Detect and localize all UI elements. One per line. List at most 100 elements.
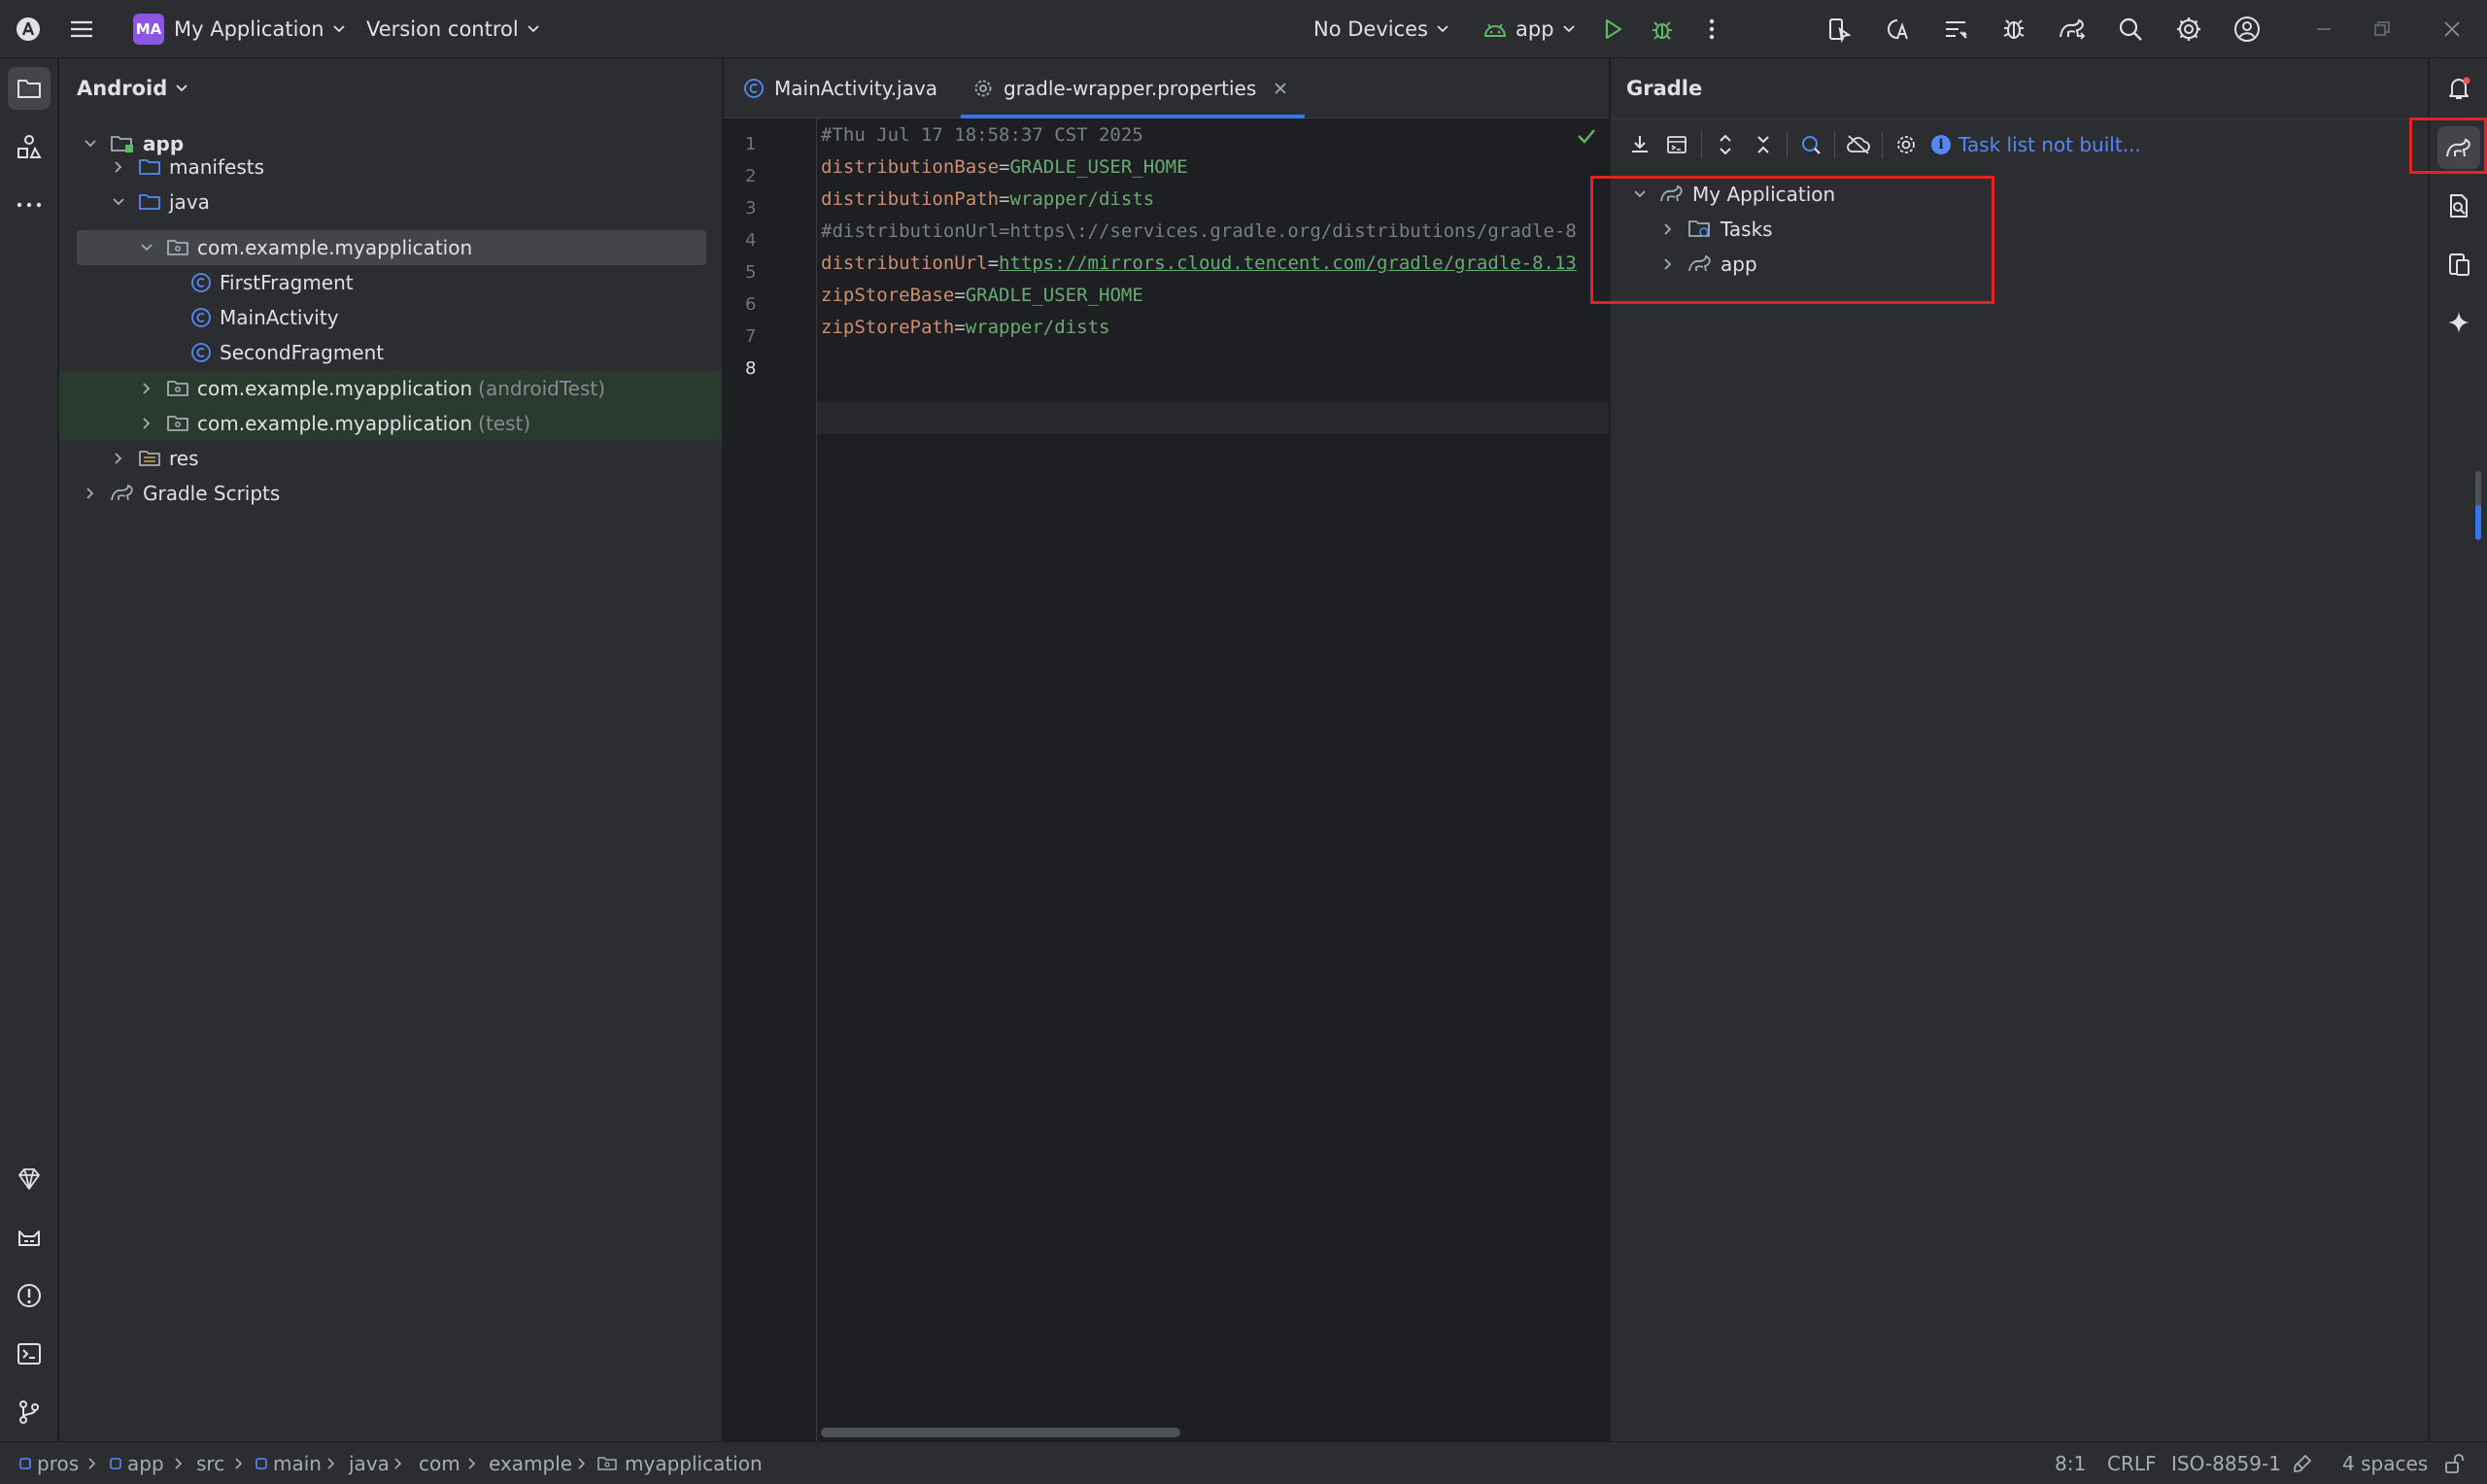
project-view-selector[interactable]: Android bbox=[59, 58, 722, 118]
analyze-dependencies-button[interactable] bbox=[1795, 129, 1826, 160]
more-tools-button[interactable] bbox=[8, 184, 51, 226]
translations-button[interactable] bbox=[1876, 0, 1919, 58]
app-logo[interactable] bbox=[16, 0, 41, 58]
breadcrumb-com[interactable]: com bbox=[419, 1442, 460, 1484]
breadcrumb-myapplication[interactable]: myapplication bbox=[597, 1442, 763, 1484]
notifications-button[interactable] bbox=[2437, 67, 2480, 110]
project-tool-button[interactable] bbox=[8, 67, 51, 110]
main-menu-button[interactable] bbox=[68, 0, 95, 58]
code-style-button[interactable] bbox=[2292, 1442, 2313, 1484]
code-comment: #Thu Jul 17 18:58:37 CST 2025 bbox=[821, 123, 1143, 146]
tree-item-package-main[interactable]: com.example.myapplication bbox=[137, 230, 472, 265]
app-inspection-button[interactable] bbox=[1993, 0, 2035, 58]
bell-icon bbox=[2449, 77, 2470, 99]
execute-task-button[interactable] bbox=[1661, 129, 1692, 160]
version-control-tool-button[interactable] bbox=[8, 1391, 51, 1433]
download-sources-button[interactable] bbox=[1624, 129, 1655, 160]
breadcrumb-label: java bbox=[349, 1452, 390, 1475]
device-explorer-button[interactable] bbox=[2437, 185, 2480, 227]
line-number: 6 bbox=[745, 294, 757, 315]
property-key: zipStoreBase bbox=[821, 284, 955, 306]
tree-item-res[interactable]: res bbox=[109, 441, 199, 476]
properties-gear-icon bbox=[974, 80, 992, 97]
ai-assistant-button[interactable] bbox=[2437, 301, 2480, 344]
close-tab-icon[interactable] bbox=[1274, 82, 1287, 95]
chevron-right-icon bbox=[86, 488, 94, 499]
search-everywhere-button[interactable] bbox=[2109, 0, 2152, 58]
expand-all-button[interactable] bbox=[1710, 129, 1741, 160]
build-variants-button[interactable] bbox=[1934, 0, 1977, 58]
account-button[interactable] bbox=[2226, 0, 2268, 58]
read-only-toggle[interactable] bbox=[2443, 1442, 2465, 1484]
tree-item-main-activity[interactable]: MainActivity bbox=[190, 300, 339, 335]
code-comment: #distributionUrl=https\://services.gradl… bbox=[821, 219, 1577, 242]
line-number: 2 bbox=[745, 166, 757, 186]
project-selector[interactable]: MA My Application bbox=[133, 0, 346, 58]
tree-item-package-android-test[interactable]: com.example.myapplication (androidTest) bbox=[137, 371, 605, 406]
task-list-link-label: Task list not built... bbox=[1959, 133, 2141, 156]
breadcrumb-pros[interactable]: pros bbox=[19, 1442, 79, 1484]
more-actions-button[interactable] bbox=[1690, 0, 1733, 58]
device-manager-button[interactable] bbox=[1818, 0, 1860, 58]
tree-item-package-test[interactable]: com.example.myapplication (test) bbox=[137, 406, 530, 441]
breadcrumb-java[interactable]: java bbox=[349, 1442, 390, 1484]
breadcrumb-src[interactable]: src bbox=[196, 1442, 224, 1484]
tree-label: res bbox=[169, 447, 199, 470]
java-class-icon bbox=[191, 343, 211, 362]
tree-item-second-fragment[interactable]: SecondFragment bbox=[190, 335, 384, 370]
line-number: 5 bbox=[745, 262, 757, 283]
debug-button[interactable] bbox=[1641, 0, 1684, 58]
indent-setting[interactable]: 4 spaces bbox=[2342, 1442, 2428, 1484]
project-name: My Application bbox=[174, 17, 324, 41]
breadcrumb-app[interactable]: app bbox=[110, 1442, 164, 1484]
file-encoding[interactable]: ISO-8859-1 bbox=[2171, 1442, 2281, 1484]
tree-label: com.example.myapplication bbox=[197, 236, 473, 259]
tree-item-java[interactable]: java bbox=[109, 185, 210, 219]
tree-label: java bbox=[169, 190, 210, 214]
terminal-button[interactable] bbox=[8, 1332, 51, 1375]
build-tool-settings-button[interactable] bbox=[1891, 129, 1922, 160]
logcat-button[interactable] bbox=[8, 1216, 51, 1259]
run-config-selector[interactable]: app bbox=[1482, 0, 1576, 58]
line-separator[interactable]: CRLF bbox=[2107, 1442, 2157, 1484]
run-button[interactable] bbox=[1591, 0, 1634, 58]
collapse-all-button[interactable] bbox=[1748, 129, 1779, 160]
build-variants-icon bbox=[1946, 21, 1967, 39]
code-line: distributionBase = GRADLE_USER_HOME bbox=[821, 151, 1188, 183]
breadcrumb-main[interactable]: main bbox=[256, 1442, 322, 1484]
close-window-button[interactable] bbox=[2431, 0, 2473, 58]
package-icon bbox=[597, 1457, 617, 1470]
tab-main-activity[interactable]: MainActivity.java bbox=[743, 58, 937, 118]
tree-item-gradle-scripts[interactable]: Gradle Scripts bbox=[81, 476, 280, 511]
breadcrumb-separator bbox=[326, 1442, 336, 1484]
breadcrumb-label: example bbox=[489, 1452, 573, 1475]
settings-button[interactable] bbox=[2167, 0, 2210, 58]
gradle-sync-button[interactable] bbox=[2051, 0, 2094, 58]
breadcrumb-label: app bbox=[127, 1452, 164, 1475]
restore-button[interactable] bbox=[2361, 0, 2403, 58]
tree-label: manifests bbox=[169, 155, 264, 179]
chevron-down-icon bbox=[332, 25, 345, 33]
version-control-menu[interactable]: Version control bbox=[366, 0, 540, 58]
restore-window-icon bbox=[2374, 21, 2390, 36]
package-icon bbox=[167, 416, 188, 431]
caret-position[interactable]: 8:1 bbox=[2055, 1442, 2086, 1484]
problems-button[interactable] bbox=[8, 1274, 51, 1317]
device-selector[interactable]: No Devices bbox=[1313, 0, 1449, 58]
breadcrumb-example[interactable]: example bbox=[489, 1442, 572, 1484]
running-devices-button[interactable] bbox=[2437, 243, 2480, 286]
toggle-offline-mode-button[interactable] bbox=[1843, 129, 1874, 160]
breadcrumb-separator bbox=[393, 1442, 403, 1484]
horizontal-scrollbar[interactable] bbox=[821, 1428, 1180, 1437]
tab-label: gradle-wrapper.properties bbox=[1004, 77, 1257, 100]
inspection-ok-check-icon[interactable] bbox=[1576, 126, 1597, 146]
gemini-button[interactable] bbox=[8, 1158, 51, 1200]
tree-item-first-fragment[interactable]: FirstFragment bbox=[190, 265, 354, 300]
minimize-button[interactable] bbox=[2302, 0, 2345, 58]
property-url-link[interactable]: https://mirrors.cloud.tencent.com/gradle… bbox=[999, 253, 1577, 274]
tree-item-manifests[interactable]: manifests bbox=[109, 150, 264, 185]
task-list-not-built-link[interactable]: i Task list not built... bbox=[1931, 119, 2141, 170]
project-badge: MA bbox=[133, 14, 164, 45]
tab-gradle-wrapper-properties[interactable]: gradle-wrapper.properties bbox=[961, 58, 1306, 118]
resource-manager-button[interactable] bbox=[8, 125, 51, 168]
